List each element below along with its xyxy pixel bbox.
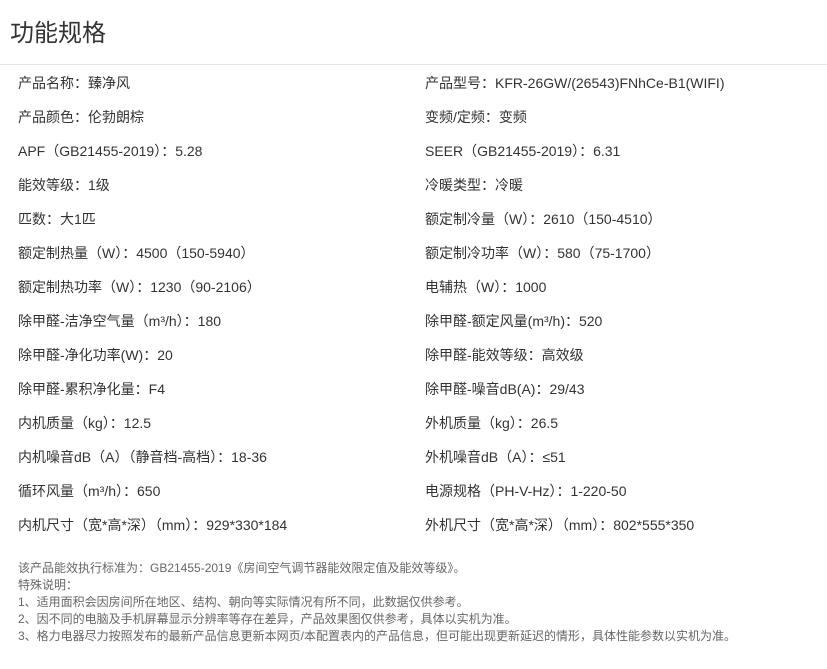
spec-outdoor-dimensions: 外机尺寸（宽*高*深）（mm）：802*555*350 (425, 517, 695, 533)
spec-power-supply: 电源规格（PH-V-Hz）：1-220-50 (425, 483, 627, 499)
title-divider (0, 64, 827, 65)
page-title: 功能规格 (10, 20, 106, 47)
spec-formaldehyde-noise: 除甲醛-噪音dB(A)：29/43 (425, 381, 585, 397)
spec-product-name: 产品名称：臻净风 (18, 75, 130, 91)
spec-row: 能效等级：1级 冷暖类型：冷暖 (0, 168, 827, 202)
spec-outdoor-noise: 外机噪音dB（A）：≤51 (425, 449, 566, 465)
spec-inverter-type: 变频/定频：变频 (425, 109, 527, 125)
note-standard: 该产品能效执行标准为：GB21455-2019《房间空气调节器能效限定值及能效等… (18, 561, 466, 575)
note-item-3: 3、格力电器尽力按照发布的最新产品信息更新本网页/本配置表内的产品信息，但可能出… (18, 629, 737, 643)
spec-rated-cooling-capacity: 额定制冷量（W）：2610（150-4510） (425, 211, 662, 227)
spec-row: 除甲醛-净化功率(W)：20 除甲醛-能效等级：高效级 (0, 338, 827, 372)
spec-formaldehyde-airflow: 除甲醛-额定风量(m³/h)：520 (425, 313, 603, 329)
spec-row: 额定制热功率（W）：1230（90-2106） 电辅热（W）：1000 (0, 270, 827, 304)
spec-formaldehyde-power: 除甲醛-净化功率(W)：20 (18, 347, 173, 363)
spec-indoor-dimensions: 内机尺寸（宽*高*深）（mm）：929*330*184 (18, 517, 288, 533)
spec-row: 除甲醛-累积净化量：F4 除甲醛-噪音dB(A)：29/43 (0, 372, 827, 406)
spec-seer: SEER（GB21455-2019）：6.31 (425, 143, 621, 159)
spec-row: 除甲醛-洁净空气量（m³/h）：180 除甲醛-额定风量(m³/h)：520 (0, 304, 827, 338)
spec-row: 内机质量（kg）：12.5 外机质量（kg）：26.5 (0, 406, 827, 440)
spec-row: 内机尺寸（宽*高*深）（mm）：929*330*184 外机尺寸（宽*高*深）（… (0, 508, 827, 542)
spec-row: 产品颜色：伦勃朗棕 变频/定频：变频 (0, 100, 827, 134)
spec-rated-heating-capacity: 额定制热量（W）：4500（150-5940） (18, 245, 255, 261)
spec-row: 匹数：大1匹 额定制冷量（W）：2610（150-4510） (0, 202, 827, 236)
spec-rated-heating-power: 额定制热功率（W）：1230（90-2106） (18, 279, 261, 295)
spec-horsepower: 匹数：大1匹 (18, 211, 96, 227)
note-item-1: 1、适用面积会因房间所在地区、结构、朝向等实际情况有所不同，此数据仅供参考。 (18, 595, 469, 609)
spec-formaldehyde-efficiency: 除甲醛-能效等级：高效级 (425, 347, 584, 363)
spec-formaldehyde-cumulative: 除甲醛-累积净化量：F4 (18, 381, 165, 397)
spec-row: APF（GB21455-2019）：5.28 SEER（GB21455-2019… (0, 134, 827, 168)
spec-row: 额定制热量（W）：4500（150-5940） 额定制冷功率（W）：580（75… (0, 236, 827, 270)
spec-circulation-airflow: 循环风量（m³/h）：650 (18, 483, 161, 499)
spec-row: 内机噪音dB（A）（静音档-高档）：18-36 外机噪音dB（A）：≤51 (0, 440, 827, 474)
spec-indoor-weight: 内机质量（kg）：12.5 (18, 415, 152, 431)
spec-electric-aux-heat: 电辅热（W）：1000 (425, 279, 547, 295)
spec-product-color: 产品颜色：伦勃朗棕 (18, 109, 144, 125)
note-item-2: 2、因不同的电脑及手机屏幕显示分辨率等存在差异，产品效果图仅供参考，具体以实机为… (18, 612, 517, 626)
spec-rated-cooling-power: 额定制冷功率（W）：580（75-1700） (425, 245, 660, 261)
note-heading: 特殊说明： (18, 578, 79, 592)
spec-energy-grade: 能效等级：1级 (18, 177, 110, 193)
spec-product-model: 产品型号：KFR-26GW/(26543)FNhCe-B1(WIFI) (425, 75, 725, 91)
spec-indoor-noise: 内机噪音dB（A）（静音档-高档）：18-36 (18, 449, 267, 465)
spec-outdoor-weight: 外机质量（kg）：26.5 (425, 415, 559, 431)
notes-section: 该产品能效执行标准为：GB21455-2019《房间空气调节器能效限定值及能效等… (18, 560, 818, 645)
spec-formaldehyde-cadr: 除甲醛-洁净空气量（m³/h）：180 (18, 313, 222, 329)
spec-table: 产品名称：臻净风 产品型号：KFR-26GW/(26543)FNhCe-B1(W… (0, 66, 827, 542)
spec-heat-cool-type: 冷暖类型：冷暖 (425, 177, 523, 193)
spec-row: 产品名称：臻净风 产品型号：KFR-26GW/(26543)FNhCe-B1(W… (0, 66, 827, 100)
spec-apf: APF（GB21455-2019）：5.28 (18, 143, 203, 159)
spec-row: 循环风量（m³/h）：650 电源规格（PH-V-Hz）：1-220-50 (0, 474, 827, 508)
